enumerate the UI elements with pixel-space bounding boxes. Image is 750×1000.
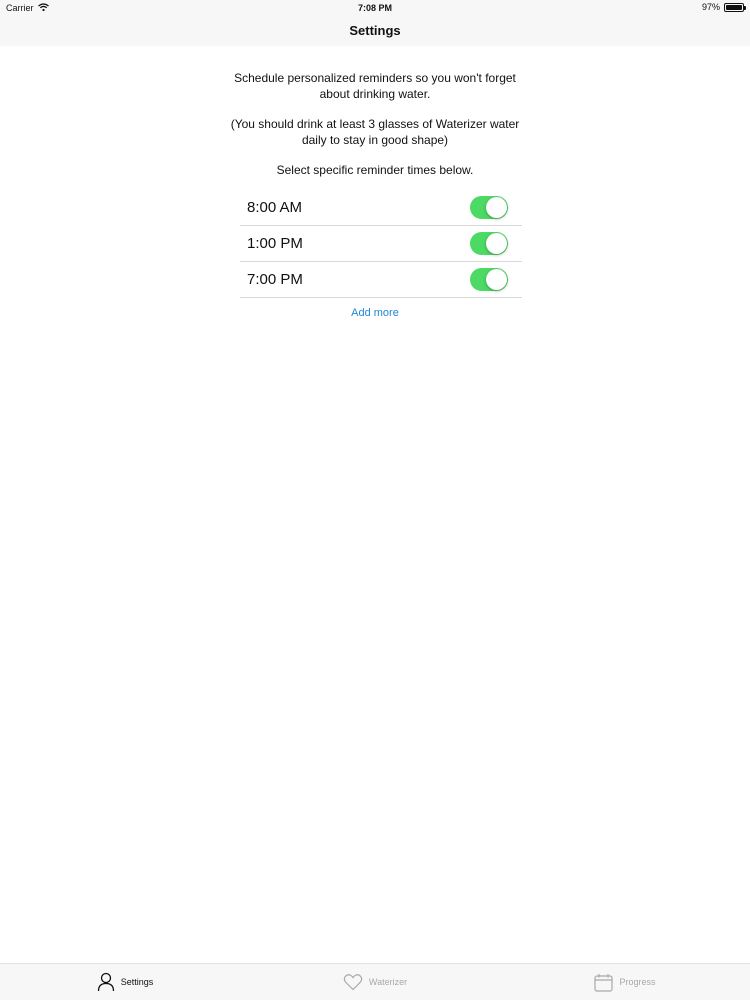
toggle-knob xyxy=(486,269,507,290)
intro-instruction: Select specific reminder times below. xyxy=(276,163,474,177)
intro-text: Schedule personalized reminders so you w… xyxy=(225,70,525,178)
reminder-time: 8:00 AM xyxy=(247,199,303,216)
toggle-knob xyxy=(486,197,507,218)
tab-bar: Settings Waterizer Progress xyxy=(0,963,750,1000)
page-title: Settings xyxy=(349,23,401,38)
calendar-icon xyxy=(594,973,614,992)
reminder-list: 8:00 AM 1:00 PM 7:00 PM xyxy=(240,190,522,298)
battery-fill xyxy=(726,4,742,10)
status-right: 97% xyxy=(701,2,746,12)
tab-settings[interactable]: Settings xyxy=(0,964,250,1000)
reminder-time: 1:00 PM xyxy=(247,235,303,252)
navigation-bar: Settings xyxy=(0,16,750,46)
tab-label: Settings xyxy=(120,977,154,987)
reminder-toggle[interactable] xyxy=(470,268,508,291)
reminder-toggle[interactable] xyxy=(470,196,508,219)
add-more-button[interactable]: Add more xyxy=(0,307,750,319)
reminder-row: 7:00 PM xyxy=(240,262,522,298)
intro-description: Schedule personalized reminders so you w… xyxy=(234,71,516,101)
tab-label: Progress xyxy=(619,977,656,987)
reminder-toggle[interactable] xyxy=(470,232,508,255)
person-icon xyxy=(97,972,115,992)
status-time: 7:08 PM xyxy=(357,3,392,13)
status-bar: Carrier 7:08 PM 97% xyxy=(0,0,750,16)
battery-icon xyxy=(724,2,746,12)
tab-waterizer[interactable]: Waterizer xyxy=(250,964,500,1000)
reminder-time: 7:00 PM xyxy=(247,271,303,288)
reminder-row: 1:00 PM xyxy=(240,226,522,262)
intro-recommendation: (You should drink at least 3 glasses of … xyxy=(230,117,520,147)
tab-label: Waterizer xyxy=(368,977,408,987)
toggle-knob xyxy=(486,233,507,254)
reminder-row: 8:00 AM xyxy=(240,190,522,226)
battery-percent: 97% xyxy=(701,2,720,12)
heart-icon xyxy=(343,973,363,991)
tab-progress[interactable]: Progress xyxy=(500,964,750,1000)
